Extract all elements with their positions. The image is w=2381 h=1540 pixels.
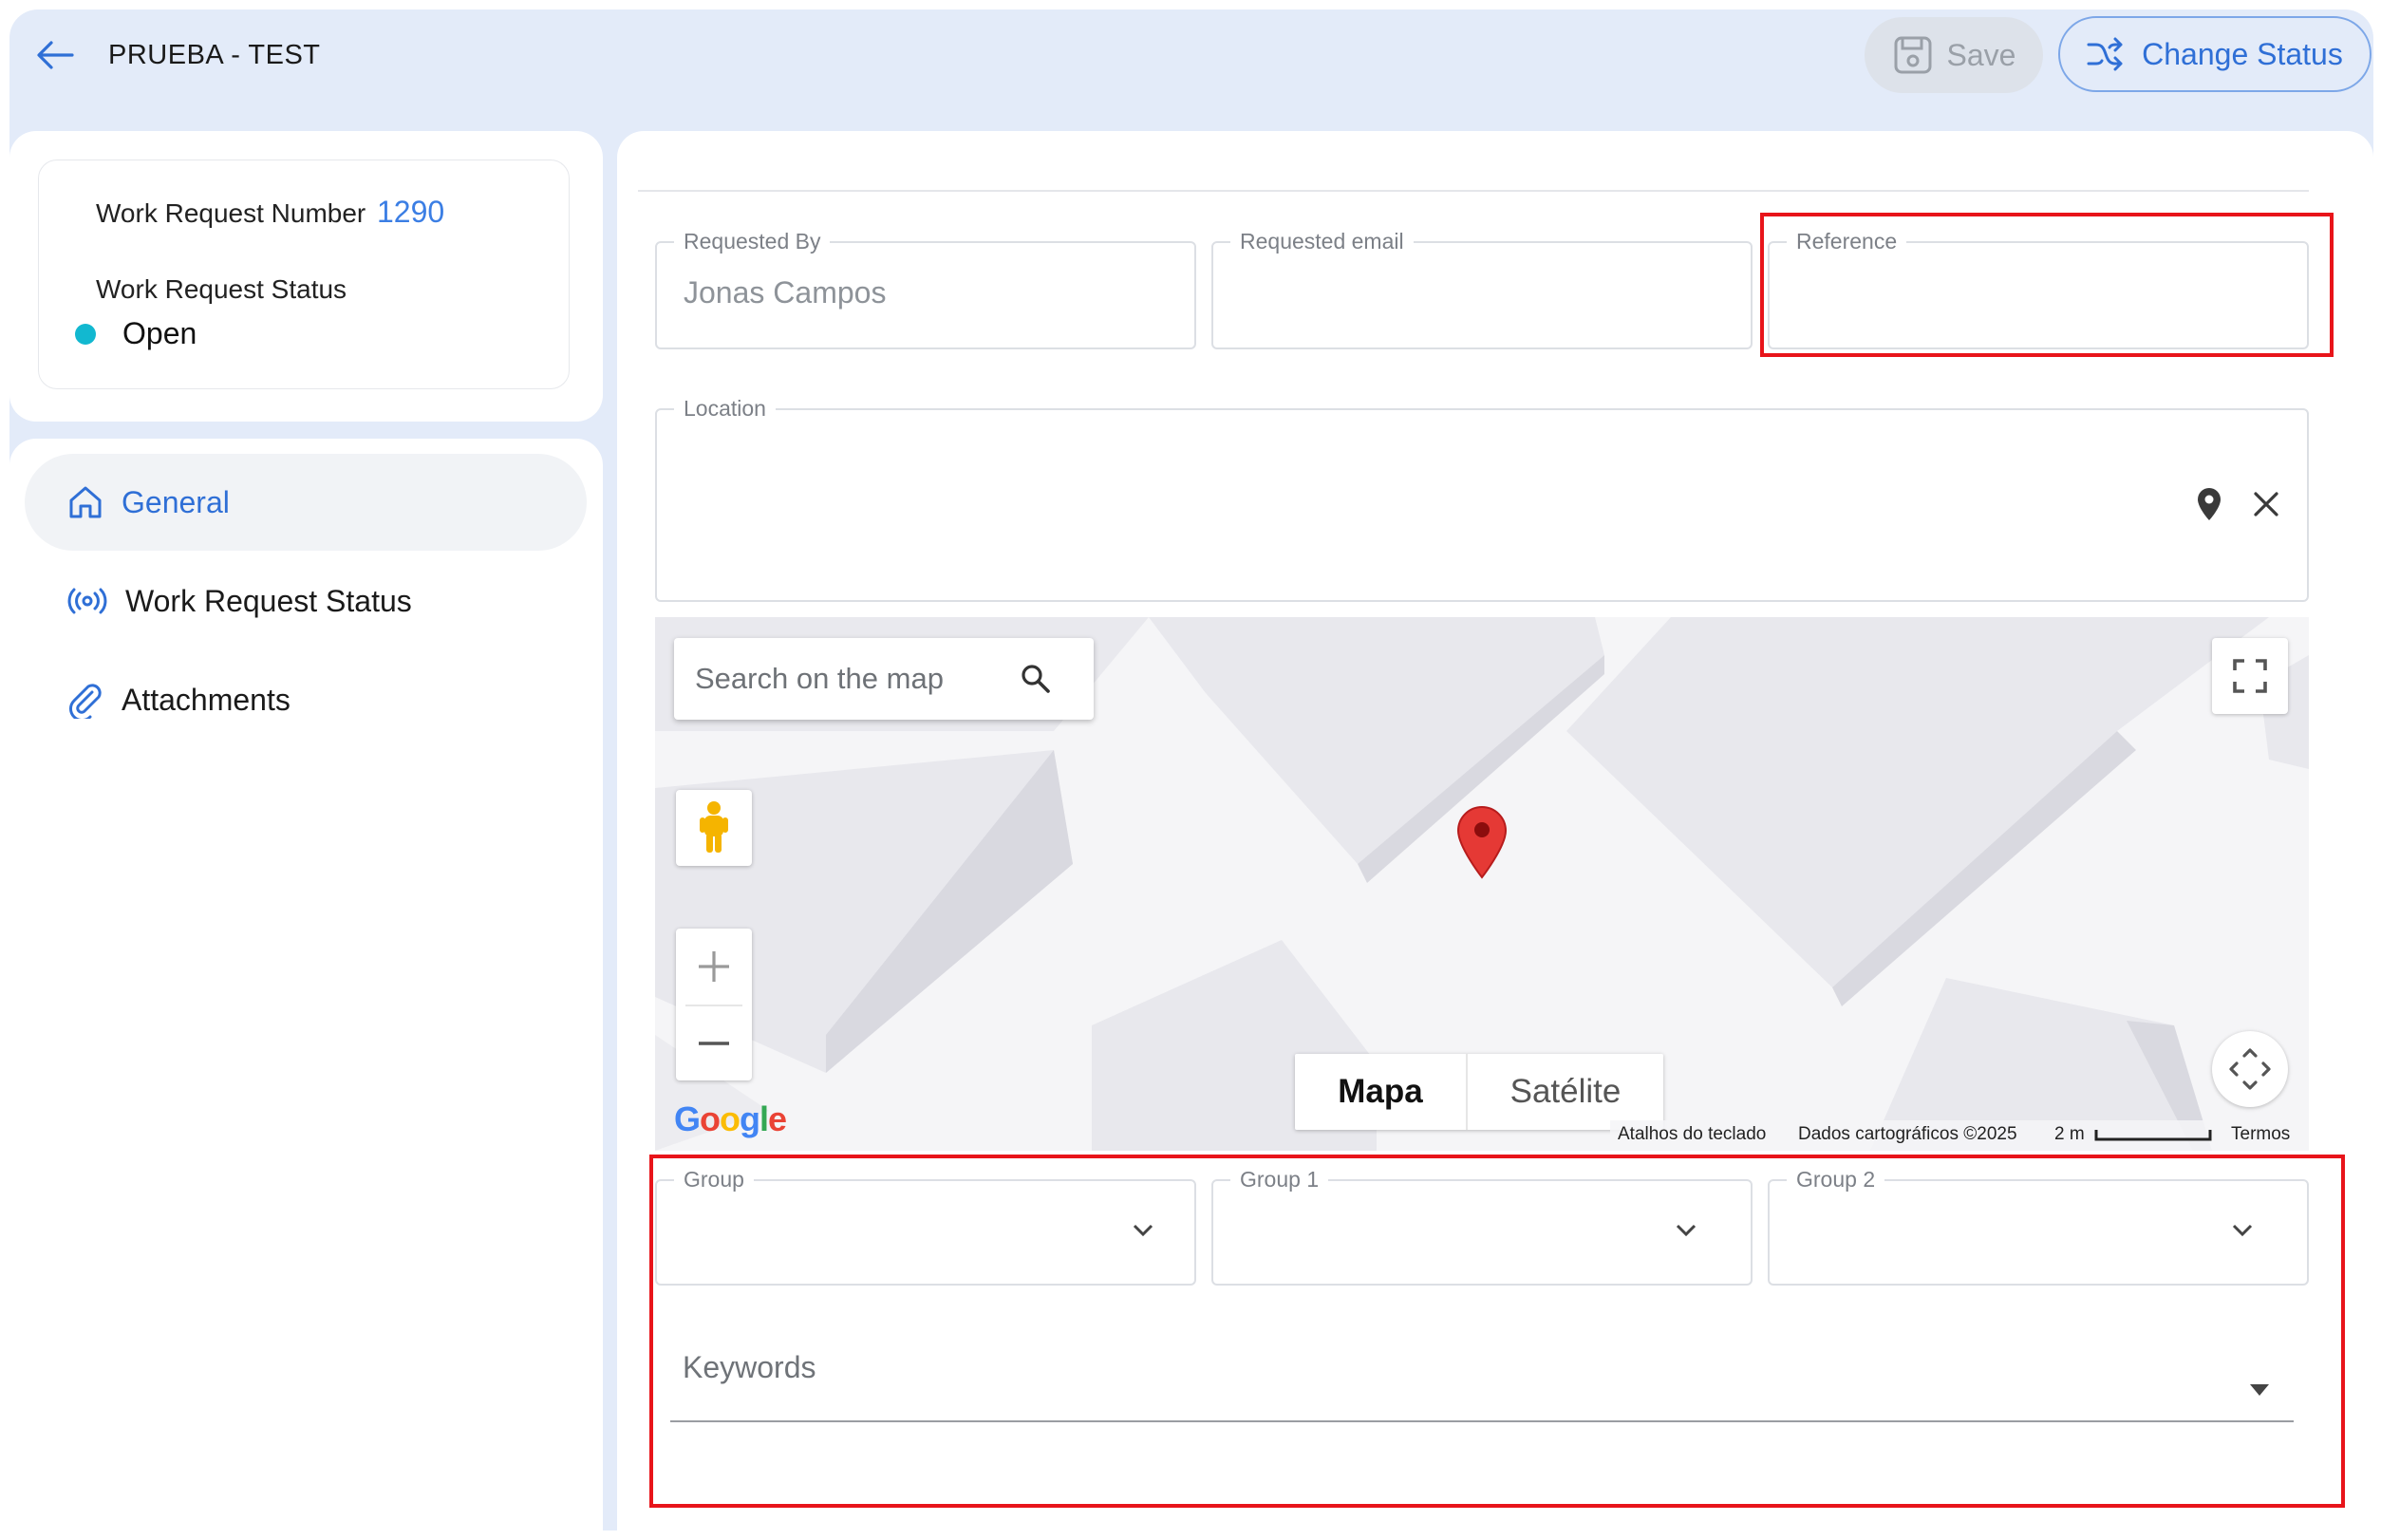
change-status-button[interactable]: Change Status [2058, 16, 2372, 92]
status-dot [75, 324, 96, 345]
map-type-satellite-button[interactable]: Satélite [1468, 1054, 1663, 1130]
work-request-number-value: 1290 [377, 195, 445, 229]
fullscreen-icon [2233, 659, 2267, 693]
save-button[interactable]: Save [1865, 17, 2043, 93]
sidebar-item-label: Attachments [122, 682, 291, 717]
camera-controls-button[interactable] [2212, 1031, 2288, 1107]
work-request-info-card: Work Request Number 1290 Work Request St… [9, 131, 603, 422]
home-icon [69, 486, 102, 518]
field-label: Requested By [674, 227, 831, 255]
zoom-out-button[interactable] [676, 1006, 752, 1080]
divider [638, 190, 2309, 192]
search-icon[interactable] [1020, 663, 1052, 695]
map-type-switcher: Mapa Satélite [1295, 1054, 1663, 1130]
work-request-status-value: Open [122, 316, 197, 350]
map-data-attribution: Dados cartográficos ©2025 [1798, 1124, 2017, 1144]
fullscreen-button[interactable] [2212, 638, 2288, 714]
reference-highlight-box [1760, 213, 2334, 357]
location-field[interactable]: Location [655, 394, 2309, 602]
sidebar-item-label: Work Request Status [125, 583, 412, 618]
clear-icon[interactable] [2252, 490, 2280, 518]
back-arrow-icon[interactable] [34, 34, 76, 76]
map-search-input[interactable] [693, 661, 1020, 697]
minus-icon [699, 1042, 729, 1045]
google-logo: Google [674, 1099, 787, 1138]
plus-icon [699, 951, 729, 982]
sidebar-item-work-request-status[interactable]: Work Request Status [25, 553, 587, 649]
keyboard-shortcuts-link[interactable]: Atalhos do teclado [1618, 1124, 1766, 1145]
requested-by-field[interactable]: Requested By Jonas Campos [655, 227, 1196, 349]
broadcast-icon [67, 588, 107, 614]
zoom-in-button[interactable] [676, 929, 752, 1005]
sidebar-item-attachments[interactable]: Attachments [25, 651, 587, 748]
page-title: PRUEBA - TEST [108, 40, 321, 70]
paperclip-icon [69, 684, 102, 719]
map-scale-label: 2 m [2054, 1124, 2085, 1144]
info-inner-box: Work Request Number 1290 Work Request St… [38, 160, 570, 389]
sidebar-item-label: General [122, 484, 230, 519]
map-marker-icon[interactable] [1455, 805, 1509, 879]
requested-by-value: Jonas Campos [684, 275, 887, 310]
terms-link[interactable]: Termos [2231, 1124, 2290, 1145]
street-view-pegman[interactable] [676, 790, 752, 866]
sidebar-item-general[interactable]: General [25, 454, 587, 551]
map-type-map-button[interactable]: Mapa [1295, 1054, 1466, 1130]
groups-keywords-highlight-box [649, 1155, 2345, 1508]
pegman-icon [700, 801, 728, 853]
save-icon [1894, 36, 1932, 74]
work-request-number-label: Work Request Number [96, 198, 366, 228]
map-scale-bar [2094, 1130, 2212, 1141]
requested-email-field[interactable]: Requested email [1211, 227, 1753, 349]
field-label: Location [674, 394, 776, 423]
map-view[interactable]: Mapa Satélite Google Atalhos do teclado … [655, 617, 2309, 1151]
work-request-status-label: Work Request Status [96, 274, 347, 304]
change-status-label: Change Status [2142, 36, 2343, 71]
save-button-label: Save [1946, 37, 2016, 72]
map-search-box[interactable] [674, 638, 1094, 720]
sidebar: General Work Request Status Attachments [9, 439, 603, 1531]
location-pin-icon[interactable] [2195, 486, 2223, 522]
field-label: Requested email [1230, 227, 1414, 255]
zoom-controls [676, 929, 752, 1080]
shuffle-icon [2087, 37, 2123, 71]
move-arrows-icon [2229, 1048, 2271, 1090]
